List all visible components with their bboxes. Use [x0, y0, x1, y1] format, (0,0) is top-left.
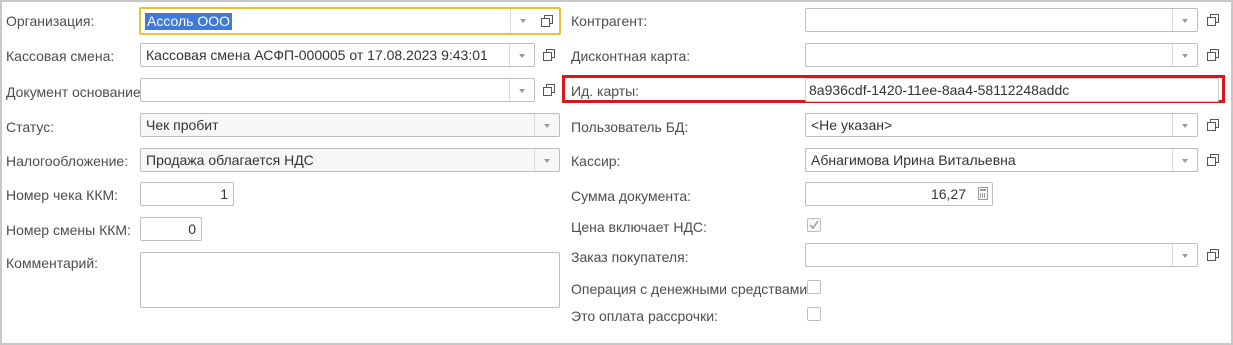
calculator-icon[interactable]: [978, 187, 988, 200]
card-id-value: 8a936cdf-1420-11ee-8aa4-58112248addc: [809, 82, 1070, 98]
db-user-label: Пользователь БД:: [571, 119, 689, 135]
organization-field[interactable]: Ассоль ООО: [139, 7, 561, 35]
db-user-field[interactable]: <Не указан>: [805, 113, 1198, 137]
base-document-dropdown[interactable]: [509, 79, 534, 101]
open-icon[interactable]: [539, 13, 555, 29]
price-incl-vat-checkbox[interactable]: [807, 218, 821, 232]
customer-order-label: Заказ покупателя:: [571, 249, 689, 265]
cash-shift-label: Кассовая смена:: [6, 48, 115, 64]
doc-sum-field[interactable]: 16,27: [805, 182, 993, 206]
db-user-value: <Не указан>: [811, 117, 893, 133]
counterparty-label: Контрагент:: [571, 13, 648, 29]
receipt-number-value: 1: [220, 186, 228, 202]
customer-order-field[interactable]: [805, 243, 1198, 267]
taxation-field[interactable]: Продажа облагается НДС: [140, 148, 560, 172]
customer-order-dropdown[interactable]: [1172, 244, 1197, 266]
open-icon[interactable]: [1205, 247, 1221, 263]
receipt-number-label: Номер чека ККМ:: [6, 187, 119, 203]
open-icon[interactable]: [1205, 12, 1221, 28]
card-id-field[interactable]: 8a936cdf-1420-11ee-8aa4-58112248addc: [805, 78, 1219, 102]
shift-number-label: Номер смены ККМ:: [6, 222, 131, 238]
organization-dropdown[interactable]: [510, 9, 535, 33]
cash-shift-value: Кассовая смена АСФП-000005 от 17.08.2023…: [146, 47, 488, 63]
db-user-dropdown[interactable]: [1172, 114, 1197, 136]
open-icon[interactable]: [1205, 47, 1221, 63]
discount-card-dropdown[interactable]: [1172, 44, 1197, 66]
base-document-label: Документ основание:: [6, 84, 145, 100]
comment-label: Комментарий:: [6, 255, 99, 271]
receipt-number-field[interactable]: 1: [140, 182, 234, 206]
open-icon[interactable]: [541, 47, 557, 63]
installment-checkbox[interactable]: [807, 307, 821, 321]
status-value: Чек пробит: [146, 117, 219, 133]
cash-operation-checkbox[interactable]: [807, 280, 821, 294]
organization-value: Ассоль ООО: [145, 13, 232, 30]
discount-card-field[interactable]: [805, 43, 1198, 67]
organization-label: Организация:: [6, 13, 95, 29]
doc-sum-label: Сумма документа:: [571, 188, 692, 204]
cashier-value: Абнагимова Ирина Витальевна: [811, 152, 1016, 168]
cash-shift-field[interactable]: Кассовая смена АСФП-000005 от 17.08.2023…: [140, 43, 535, 67]
cashier-dropdown[interactable]: [1172, 149, 1197, 171]
counterparty-field[interactable]: [805, 8, 1198, 32]
counterparty-dropdown[interactable]: [1172, 9, 1197, 31]
installment-label: Это оплата рассрочки:: [571, 308, 718, 324]
cash-operation-label: Операция с денежными средствами:: [571, 281, 812, 297]
status-dropdown[interactable]: [534, 114, 559, 136]
open-icon[interactable]: [1205, 117, 1221, 133]
price-incl-vat-label: Цена включает НДС:: [571, 219, 707, 235]
discount-card-label: Дисконтная карта:: [571, 48, 691, 64]
doc-sum-value: 16,27: [930, 186, 966, 202]
open-icon[interactable]: [1205, 152, 1221, 168]
comment-textarea[interactable]: [140, 252, 560, 308]
shift-number-value: 0: [188, 221, 196, 237]
cash-shift-dropdown[interactable]: [509, 44, 534, 66]
taxation-label: Налогообложение:: [6, 153, 129, 169]
shift-number-field[interactable]: 0: [140, 217, 202, 241]
status-field[interactable]: Чек пробит: [140, 113, 560, 137]
cashier-field[interactable]: Абнагимова Ирина Витальевна: [805, 148, 1198, 172]
cashier-label: Кассир:: [571, 153, 621, 169]
status-label: Статус:: [6, 119, 55, 135]
taxation-dropdown[interactable]: [534, 149, 559, 171]
taxation-value: Продажа облагается НДС: [146, 152, 314, 168]
base-document-field[interactable]: [140, 78, 535, 102]
open-icon[interactable]: [541, 82, 557, 98]
card-id-label: Ид. карты:: [571, 83, 640, 99]
checkmark-icon: [809, 220, 819, 230]
